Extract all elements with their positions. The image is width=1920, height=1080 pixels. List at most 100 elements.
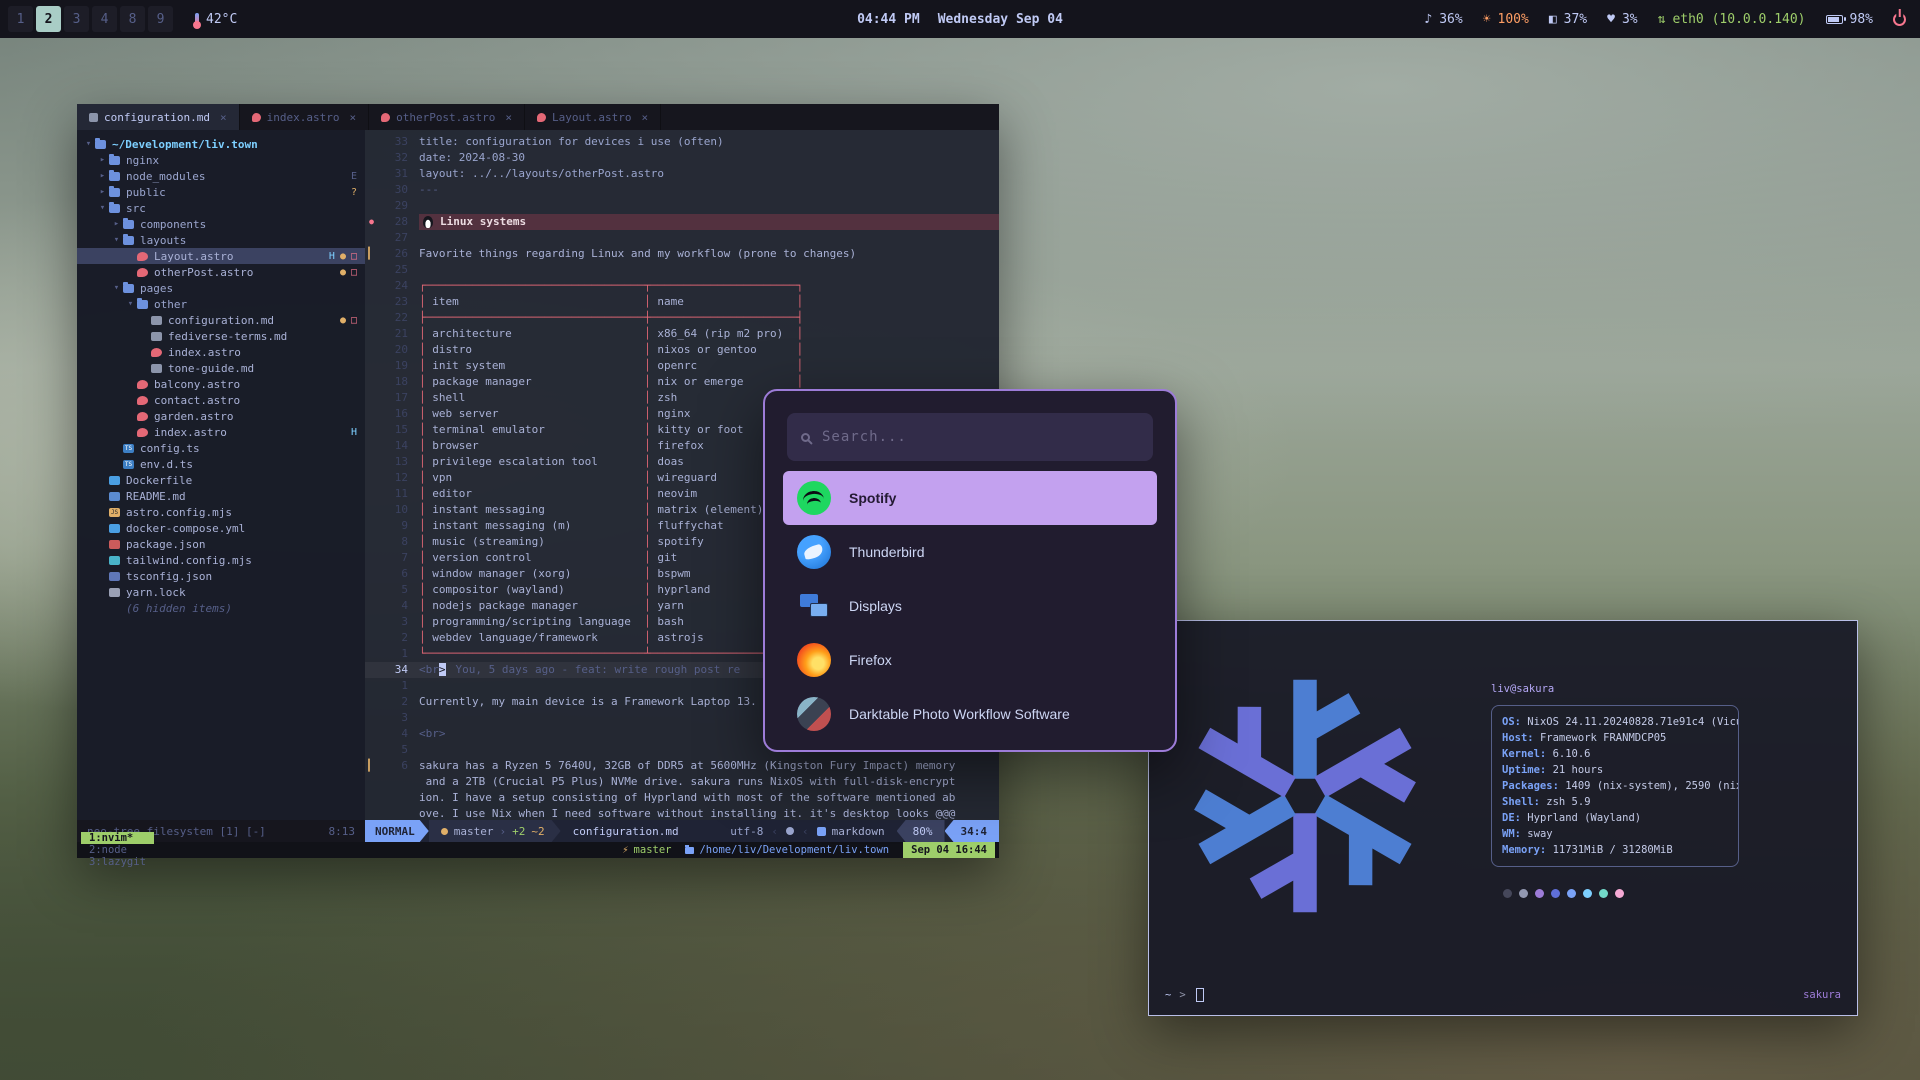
line-number: 2 xyxy=(378,694,408,710)
tree-item-other[interactable]: ▾other xyxy=(77,296,365,312)
tab-otherPost.astro[interactable]: otherPost.astro× xyxy=(369,104,525,130)
editor-line[interactable]: and a 2TB (Crucial P5 Plus) NVMe drive. … xyxy=(365,774,999,790)
tmux-window-1:nvim*[interactable]: 1:nvim* xyxy=(81,832,154,844)
tree-item-public[interactable]: ▸public? xyxy=(77,184,365,200)
cpu-module[interactable]: ♥3% xyxy=(1607,12,1637,27)
tabline: configuration.md×index.astro×otherPost.a… xyxy=(77,104,999,130)
tree-item-README.md[interactable]: README.md xyxy=(77,488,365,504)
tree-item-configuration.md[interactable]: configuration.md●□ xyxy=(77,312,365,328)
search-input[interactable] xyxy=(822,429,1139,445)
launcher-item-spotify[interactable]: Spotify xyxy=(783,471,1157,525)
line-number: 28 xyxy=(378,214,408,230)
workspace-2[interactable]: 2 xyxy=(36,6,61,32)
tree-item-Layout.astro[interactable]: Layout.astroH●□ xyxy=(77,248,365,264)
tree-item-tsconfig.json[interactable]: tsconfig.json xyxy=(77,568,365,584)
editor-line[interactable]: ion. I have a setup consisting of Hyprla… xyxy=(365,790,999,806)
terminal-window[interactable]: liv@sakura OS: NixOS 24.11.20240828.71e9… xyxy=(1148,620,1858,1016)
power-module[interactable] xyxy=(1893,13,1906,26)
tree-item-label: nginx xyxy=(126,154,159,167)
tree-item-layouts[interactable]: ▾layouts xyxy=(77,232,365,248)
file-encoding: utf-8 xyxy=(730,825,763,838)
tab-close-icon[interactable]: × xyxy=(642,111,649,124)
editor-line[interactable]: 31layout: ../../layouts/otherPost.astro xyxy=(365,166,999,182)
tab-close-icon[interactable]: × xyxy=(505,111,512,124)
neotree-panel: ▾~/Development/liv.town▸nginx▸node_modul… xyxy=(77,130,365,820)
tab-close-icon[interactable]: × xyxy=(220,111,227,124)
git-lines-changed: ~2 xyxy=(531,825,544,838)
tree-item-nginx[interactable]: ▸nginx xyxy=(77,152,365,168)
editor-line[interactable]: 24┌─────────────────────────────────┬───… xyxy=(365,278,999,294)
tree-item-Dockerfile[interactable]: Dockerfile xyxy=(77,472,365,488)
tree-item-src[interactable]: ▾src xyxy=(77,200,365,216)
tab-index.astro[interactable]: index.astro× xyxy=(240,104,369,130)
tree-item-env.d.ts[interactable]: env.d.ts xyxy=(77,456,365,472)
workspace-3[interactable]: 3 xyxy=(64,6,89,32)
astro-file-icon xyxy=(537,113,546,122)
brightness-module[interactable]: ☀100% xyxy=(1483,12,1529,27)
tree-item-garden.astro[interactable]: garden.astro xyxy=(77,408,365,424)
js-icon xyxy=(109,508,120,517)
tree-item-otherPost.astro[interactable]: otherPost.astro●□ xyxy=(77,264,365,280)
tab-close-icon[interactable]: × xyxy=(349,111,356,124)
launcher-item-thunderbird[interactable]: Thunderbird xyxy=(783,525,1157,579)
launcher-item-darktable[interactable]: Darktable Photo Workflow Software xyxy=(783,687,1157,741)
tree-item-~/Development/liv.town[interactable]: ▾~/Development/liv.town xyxy=(77,136,365,152)
editor-line[interactable]: 29 xyxy=(365,198,999,214)
editor-line[interactable]: 18│ package manager │ nix or emerge │ xyxy=(365,374,999,390)
prompt-symbol: > xyxy=(1179,987,1185,1003)
fastfetch-field-DE: DE: Hyprland (Wayland) xyxy=(1502,810,1728,826)
editor-line[interactable]: ove. I use Nix when I need software with… xyxy=(365,806,999,820)
tmux-window-3:lazygit[interactable]: 3:lazygit xyxy=(81,856,154,868)
temperature-module[interactable]: 42°C xyxy=(195,12,237,27)
disk-module[interactable]: ◧37% xyxy=(1549,12,1587,27)
battery-module[interactable]: 98% xyxy=(1826,12,1873,27)
tree-item-balcony.astro[interactable]: balcony.astro xyxy=(77,376,365,392)
launcher-item-displays[interactable]: Displays xyxy=(783,579,1157,633)
tree-item-tailwind.config.mjs[interactable]: tailwind.config.mjs xyxy=(77,552,365,568)
editor-line[interactable]: 19│ init system │ openrc │ xyxy=(365,358,999,374)
palette-dot xyxy=(1519,889,1528,898)
tree-item-fediverse-terms.md[interactable]: fediverse-terms.md xyxy=(77,328,365,344)
tree-item-config.ts[interactable]: config.ts xyxy=(77,440,365,456)
tab-configuration.md[interactable]: configuration.md× xyxy=(77,104,240,130)
tree-item-package.json[interactable]: package.json xyxy=(77,536,365,552)
tree-item-(6 hidden items)[interactable]: (6 hidden items) xyxy=(77,600,365,616)
launcher-item-firefox[interactable]: Firefox xyxy=(783,633,1157,687)
tree-item-docker-compose.yml[interactable]: docker-compose.yml xyxy=(77,520,365,536)
workspace-8[interactable]: 8 xyxy=(120,6,145,32)
tab-Layout.astro[interactable]: Layout.astro× xyxy=(525,104,661,130)
tree-item-yarn.lock[interactable]: yarn.lock xyxy=(77,584,365,600)
editor-line[interactable]: 25 xyxy=(365,262,999,278)
editor-line[interactable]: 33title: configuration for devices i use… xyxy=(365,134,999,150)
editor-line[interactable]: ●28Linux systems xyxy=(365,214,999,230)
workspace-9[interactable]: 9 xyxy=(148,6,173,32)
tree-item-tone-guide.md[interactable]: tone-guide.md xyxy=(77,360,365,376)
tree-item-components[interactable]: ▸components xyxy=(77,216,365,232)
editor-line[interactable]: 32date: 2024-08-30 xyxy=(365,150,999,166)
network-module[interactable]: ⇅eth0 (10.0.0.140) xyxy=(1658,12,1806,27)
tree-item-pages[interactable]: ▾pages xyxy=(77,280,365,296)
volume-module[interactable]: ♪36% xyxy=(1424,12,1462,27)
tree-item-index.astro[interactable]: index.astroH xyxy=(77,424,365,440)
editor-line[interactable]: 23│ item │ name │ xyxy=(365,294,999,310)
editor-line[interactable]: 22├─────────────────────────────────┼───… xyxy=(365,310,999,326)
editor-line[interactable]: 21│ architecture │ x86_64 (rip m2 pro) │ xyxy=(365,326,999,342)
launcher-search[interactable] xyxy=(787,413,1153,461)
editor-line[interactable]: 30--- xyxy=(365,182,999,198)
editor-line[interactable]: 27 xyxy=(365,230,999,246)
volume-value: 36% xyxy=(1439,12,1462,27)
editor-line[interactable]: ▎26Favorite things regarding Linux and m… xyxy=(365,246,999,262)
clock[interactable]: 04:44 PM Wednesday Sep 04 xyxy=(857,12,1063,27)
tree-item-astro.config.mjs[interactable]: astro.config.mjs xyxy=(77,504,365,520)
workspace-1[interactable]: 1 xyxy=(8,6,33,32)
brightness-value: 100% xyxy=(1498,12,1529,27)
terminal-cursor[interactable] xyxy=(1196,988,1204,1002)
tree-item-index.astro[interactable]: index.astro xyxy=(77,344,365,360)
fastfetch-field-Uptime: Uptime: 21 hours xyxy=(1502,762,1728,778)
workspace-4[interactable]: 4 xyxy=(92,6,117,32)
editor-line[interactable]: 20│ distro │ nixos or gentoo │ xyxy=(365,342,999,358)
tree-item-node_modules[interactable]: ▸node_modulesE xyxy=(77,168,365,184)
tree-item-contact.astro[interactable]: contact.astro xyxy=(77,392,365,408)
editor-line[interactable]: ▎6sakura has a Ryzen 5 7640U, 32GB of DD… xyxy=(365,758,999,774)
tmux-window-2:node[interactable]: 2:node xyxy=(81,844,154,856)
